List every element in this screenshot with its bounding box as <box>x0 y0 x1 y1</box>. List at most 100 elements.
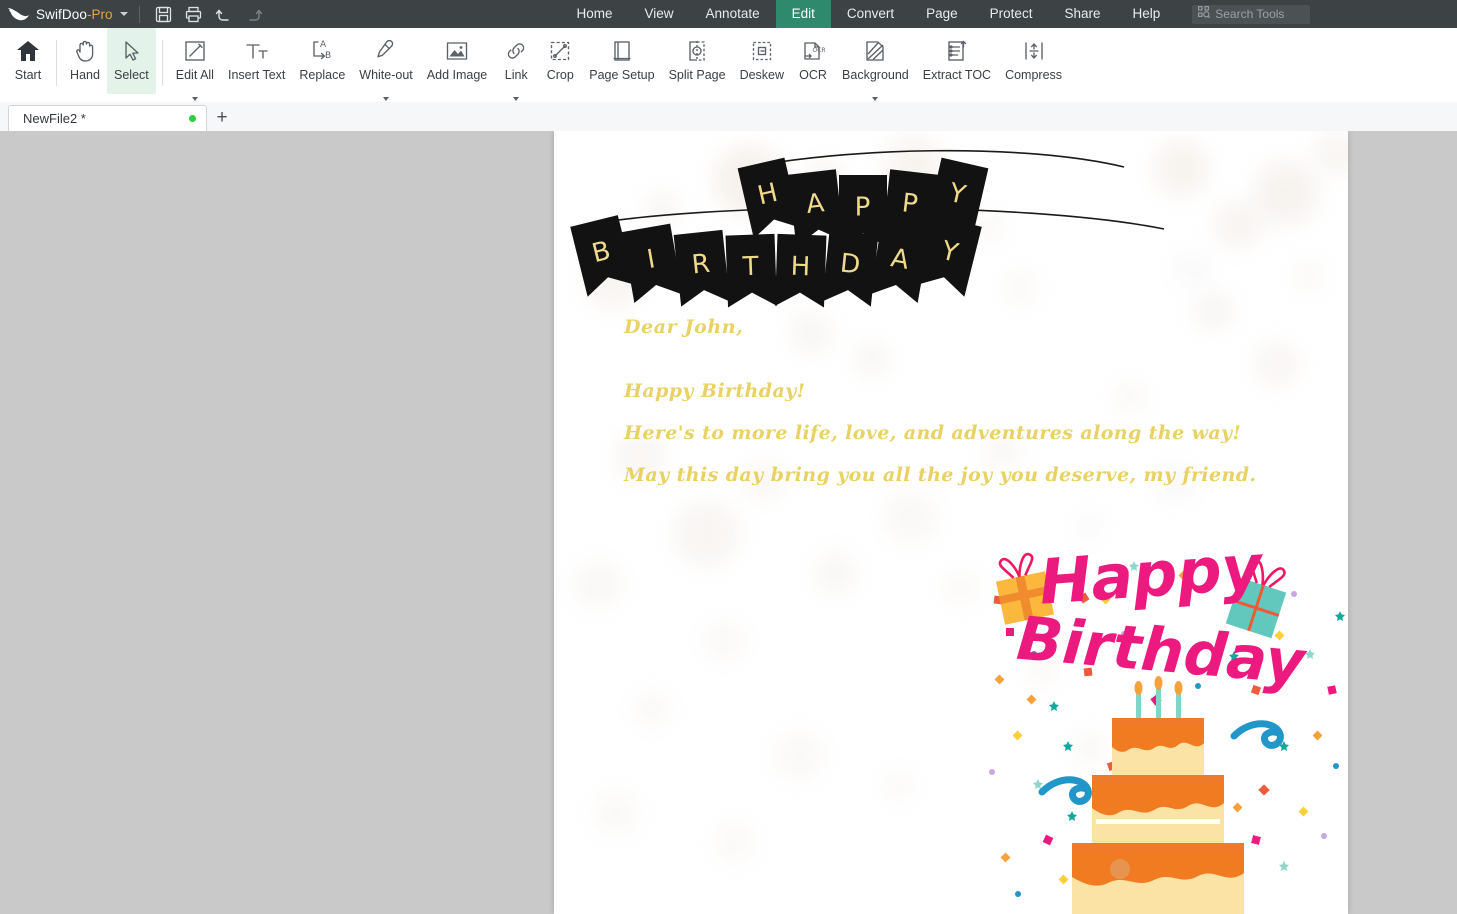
confetti-piece <box>1015 891 1021 897</box>
crop-icon <box>547 36 573 66</box>
new-tab-button[interactable]: + <box>207 105 237 131</box>
svg-text:T: T <box>741 252 760 283</box>
bokeh-dot <box>704 621 744 661</box>
chevron-down-icon[interactable] <box>872 97 879 101</box>
ribbon-button-label: Hand <box>70 68 100 82</box>
brand-name: SwifDoo <box>36 6 87 22</box>
print-icon[interactable] <box>179 0 209 28</box>
ribbon-button-compress[interactable]: Compress <box>998 28 1069 94</box>
ribbon-button-replace[interactable]: A B Replace <box>292 28 352 94</box>
edit-pencil-icon <box>182 36 208 66</box>
undo-icon[interactable] <box>209 0 239 28</box>
search-tools-placeholder: Search Tools <box>1215 7 1285 21</box>
bokeh-dot <box>714 821 756 863</box>
confetti-piece <box>1327 685 1337 695</box>
confetti-piece <box>1298 806 1309 817</box>
confetti-piece <box>1333 763 1339 769</box>
menu-item-convert[interactable]: Convert <box>831 0 910 28</box>
ribbon-button-label: OCR <box>799 68 827 82</box>
confetti-piece <box>1006 628 1014 636</box>
menu-item-share[interactable]: Share <box>1048 0 1116 28</box>
redo-icon[interactable] <box>239 0 269 28</box>
add-image-icon <box>444 36 470 66</box>
svg-text:A: A <box>805 188 827 220</box>
confetti-piece <box>1291 591 1297 597</box>
menu-item-home[interactable]: Home <box>561 0 629 28</box>
ribbon-button-label: Background <box>842 68 909 82</box>
ribbon-button-label: Page Setup <box>589 68 655 82</box>
replace-ab-icon: AB <box>309 36 335 66</box>
search-tools-icon <box>1198 5 1211 23</box>
ribbon-button-add-image[interactable]: Add Image <box>420 28 494 94</box>
confetti-piece <box>1058 874 1069 885</box>
menu-item-help[interactable]: Help <box>1116 0 1176 28</box>
bokeh-dot <box>774 731 824 781</box>
insert-text-icon <box>244 36 270 66</box>
titlebar-divider <box>138 5 140 23</box>
happy-birthday-cake-artwork[interactable]: Happy Birthday <box>984 536 1348 914</box>
banner-flag-row2-5: D <box>822 229 879 307</box>
ribbon-button-background[interactable]: Background <box>835 28 916 101</box>
compress-icon <box>1021 36 1047 66</box>
bokeh-dot <box>634 691 670 727</box>
ribbon-button-crop[interactable]: Crop <box>538 28 582 94</box>
svg-text:A: A <box>320 40 327 50</box>
ribbon-button-label: Split Page <box>668 68 726 82</box>
menu-item-protect[interactable]: Protect <box>974 0 1049 28</box>
bokeh-dot <box>574 561 622 609</box>
chevron-down-icon[interactable] <box>191 97 198 101</box>
confetti-piece <box>1321 833 1327 839</box>
brand-logo-group[interactable]: SwifDoo -Pro <box>0 0 128 28</box>
menu-item-annotate[interactable]: Annotate <box>690 0 776 28</box>
menu-item-page[interactable]: Page <box>910 0 974 28</box>
ribbon-button-deskew[interactable]: Deskew <box>733 28 791 94</box>
ribbon-button-label: Link <box>504 68 528 82</box>
ribbon-button-label: Crop <box>546 68 574 82</box>
ribbon-button-edit-all[interactable]: Edit All <box>169 28 221 101</box>
ribbon-button-extract-toc[interactable]: Extract TOC <box>916 28 998 94</box>
ribbon-button-label: Start <box>14 68 42 82</box>
banner-flag-row2-0: B <box>570 215 636 297</box>
ribbon-button-hand[interactable]: Hand <box>63 28 107 94</box>
confetti-piece <box>1279 861 1289 871</box>
chevron-down-icon[interactable] <box>119 12 128 16</box>
svg-text:P: P <box>900 188 920 220</box>
save-icon[interactable] <box>149 0 179 28</box>
unsaved-changes-dot-icon <box>189 115 196 122</box>
bokeh-dot <box>674 501 740 567</box>
chevron-down-icon[interactable] <box>383 97 390 101</box>
document-tab-bar: NewFile2 * + <box>0 102 1457 131</box>
cake-tier-top <box>1112 718 1204 779</box>
ribbon-button-ocr[interactable]: OCR OCR <box>791 28 835 94</box>
banner-flag-row2-4: H <box>775 233 827 308</box>
ribbon-button-insert-text[interactable]: Insert Text <box>221 28 292 94</box>
bokeh-dot <box>814 551 858 595</box>
confetti-piece <box>1000 852 1011 863</box>
letter-salutation: Dear John, <box>624 316 744 338</box>
ribbon-button-start[interactable]: Start <box>6 28 50 94</box>
ribbon-button-select[interactable]: Select <box>107 28 156 94</box>
document-workspace[interactable]: HAPPY BIRTHDAY Dear John, Happy Birthday… <box>0 131 1457 914</box>
ribbon-button-label: Add Image <box>426 68 488 82</box>
confetti-piece <box>1012 730 1023 741</box>
search-tools-box[interactable]: Search Tools <box>1192 4 1311 24</box>
ocr-icon: OCR <box>800 36 826 66</box>
ribbon-button-link[interactable]: Link <box>494 28 538 101</box>
ribbon-divider <box>161 40 163 86</box>
chevron-down-icon[interactable] <box>513 97 520 101</box>
greeting-letter-text[interactable]: Dear John, Happy Birthday! Here's to mor… <box>624 316 1264 506</box>
ribbon-button-label: White-out <box>359 68 413 82</box>
confetti-piece <box>1335 611 1345 621</box>
happy-birthday-banner-image[interactable]: HAPPY BIRTHDAY <box>554 139 1348 309</box>
ribbon-button-white-out[interactable]: White-out <box>352 28 420 101</box>
split-page-icon <box>684 36 710 66</box>
svg-text:OCR: OCR <box>813 47 826 54</box>
ribbon-button-split-page[interactable]: Split Page <box>662 28 733 94</box>
menu-item-edit[interactable]: Edit <box>775 0 831 28</box>
pdf-page[interactable]: HAPPY BIRTHDAY Dear John, Happy Birthday… <box>554 131 1348 914</box>
document-tab[interactable]: NewFile2 * <box>8 105 207 131</box>
ribbon-button-label: Insert Text <box>227 68 286 82</box>
ribbon-button-page-setup[interactable]: Page Setup <box>582 28 661 94</box>
confetti-piece <box>1042 834 1054 846</box>
menu-item-view[interactable]: View <box>629 0 690 28</box>
